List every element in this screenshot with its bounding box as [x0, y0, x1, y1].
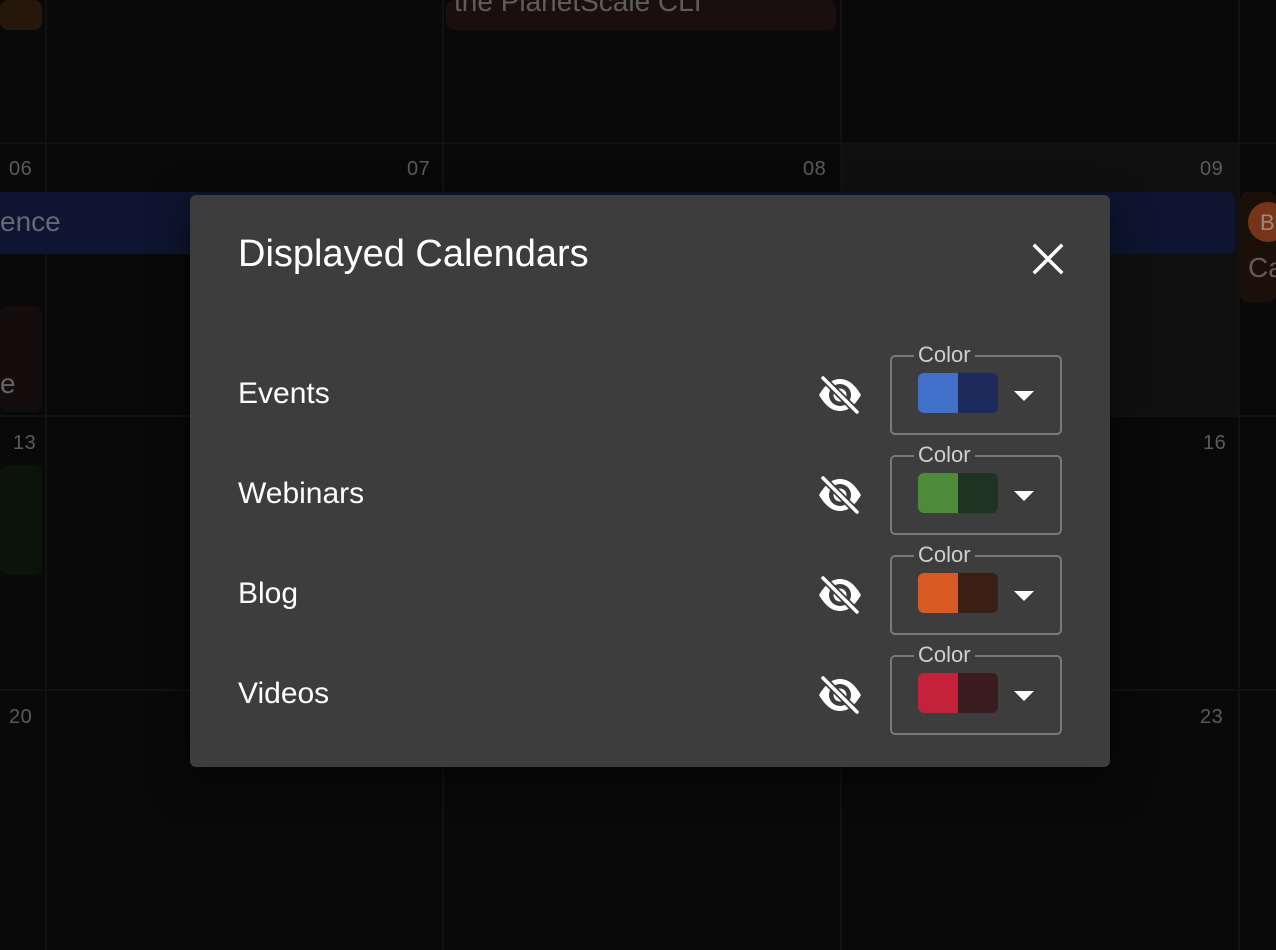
visibility-off-icon	[819, 674, 861, 716]
calendar-name: Events	[238, 377, 330, 410]
calendar-row-videos: Videos Color	[190, 642, 1110, 735]
visibility-toggle-button[interactable]	[816, 474, 864, 516]
calendar-row-blog: Blog Color	[190, 542, 1110, 635]
color-field-label: Color	[914, 642, 975, 668]
calendar-row-events: Events Color	[190, 342, 1110, 435]
visibility-off-icon	[819, 374, 861, 416]
visibility-off-icon	[819, 474, 861, 516]
visibility-toggle-button[interactable]	[816, 674, 864, 716]
arrow-drop-down-icon	[1014, 491, 1034, 501]
dialog-title: Displayed Calendars	[238, 233, 589, 275]
calendar-name: Blog	[238, 577, 299, 610]
calendar-name: Videos	[238, 677, 330, 710]
arrow-drop-down-icon	[1014, 691, 1034, 701]
close-button[interactable]	[1028, 239, 1068, 279]
color-select[interactable]: Color	[890, 342, 1062, 435]
color-field-label: Color	[914, 342, 975, 368]
calendar-name: Webinars	[238, 477, 365, 510]
color-swatch	[918, 473, 998, 513]
color-swatch	[918, 673, 998, 713]
arrow-drop-down-icon	[1014, 591, 1034, 601]
color-select[interactable]: Color	[890, 442, 1062, 535]
color-select[interactable]: Color	[890, 642, 1062, 735]
color-field-label: Color	[914, 542, 975, 568]
arrow-drop-down-icon	[1014, 391, 1034, 401]
visibility-toggle-button[interactable]	[816, 374, 864, 416]
color-swatch	[918, 573, 998, 613]
visibility-off-icon	[819, 574, 861, 616]
color-field-label: Color	[914, 442, 975, 468]
close-icon	[1032, 243, 1064, 275]
calendar-row-webinars: Webinars Color	[190, 442, 1110, 535]
visibility-toggle-button[interactable]	[816, 574, 864, 616]
color-swatch	[918, 373, 998, 413]
displayed-calendars-dialog: Displayed Calendars Events Color Webinar…	[190, 195, 1110, 767]
color-select[interactable]: Color	[890, 542, 1062, 635]
